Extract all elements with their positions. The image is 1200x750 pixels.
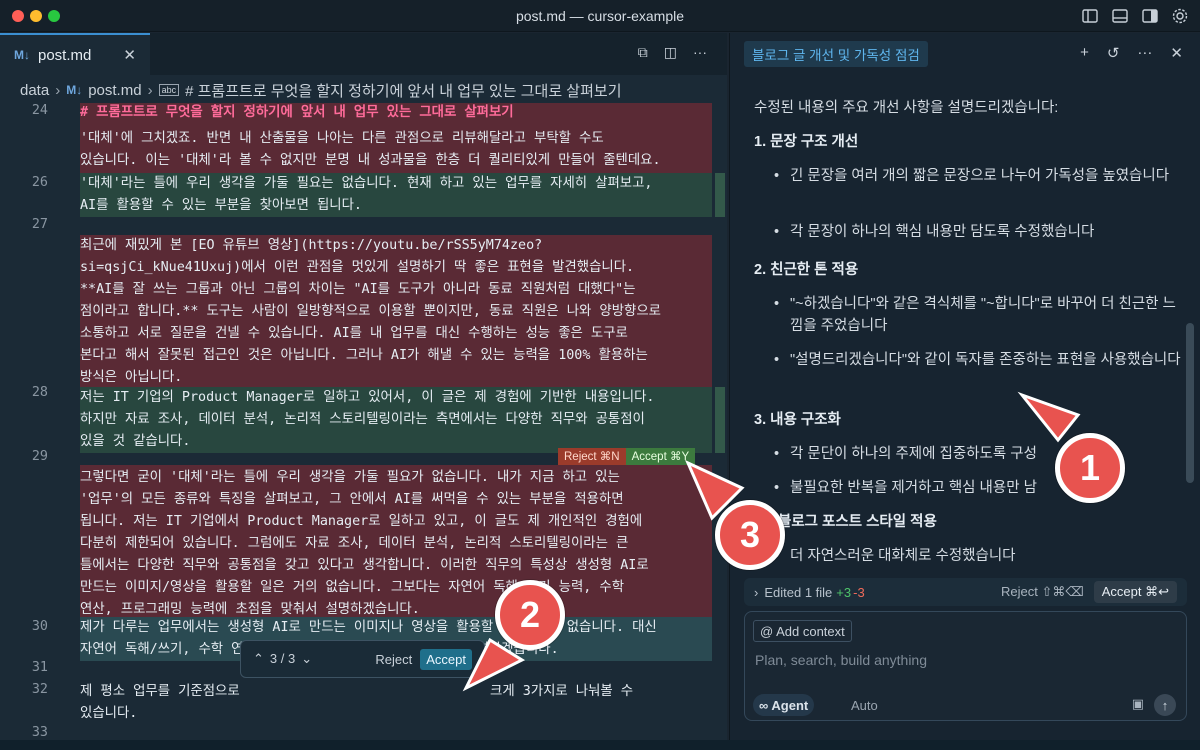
arrow-2-icon bbox=[462, 637, 526, 692]
annotation-arrows bbox=[462, 391, 1081, 692]
annotation-badge-1: 1 bbox=[1055, 433, 1125, 503]
arrow-1-icon bbox=[1017, 391, 1081, 443]
annotation-badge-2: 2 bbox=[495, 580, 565, 650]
annotation-badge-3: 3 bbox=[715, 500, 785, 570]
status-bar bbox=[0, 740, 1200, 750]
